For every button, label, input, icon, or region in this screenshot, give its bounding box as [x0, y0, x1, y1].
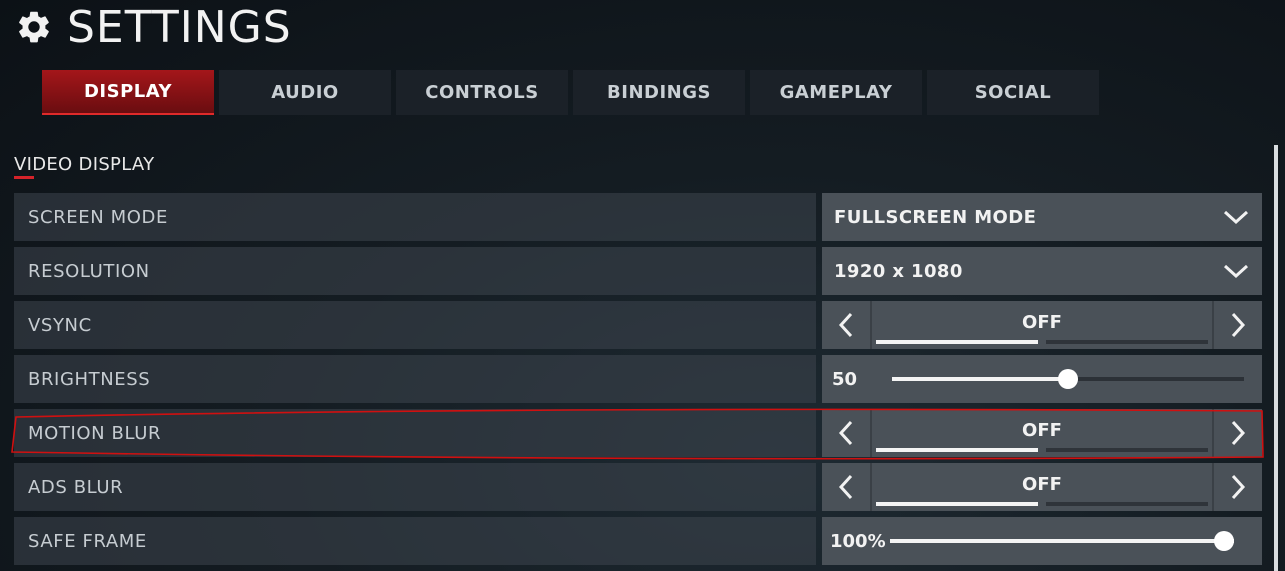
toggle-segment-inactive	[1046, 340, 1208, 344]
page-title: SETTINGS	[67, 1, 292, 53]
setting-row-brightness: BRIGHTNESS 50	[14, 355, 1262, 403]
vsync-toggle: OFF	[822, 301, 1262, 349]
setting-row-vsync: VSYNC OFF	[14, 301, 1262, 349]
tab-gameplay[interactable]: GAMEPLAY	[750, 70, 922, 115]
toggle-segment-active	[876, 502, 1038, 506]
slider-value: 100%	[830, 530, 886, 552]
setting-row-resolution: RESOLUTION 1920 x 1080	[14, 247, 1262, 295]
slider-handle[interactable]	[1213, 531, 1234, 551]
dropdown-value: FULLSCREEN MODE	[834, 206, 1037, 228]
setting-label: RESOLUTION	[14, 247, 816, 295]
chevron-right-icon[interactable]	[1214, 301, 1262, 349]
gear-icon	[19, 11, 49, 43]
setting-label: SCREEN MODE	[14, 193, 816, 241]
slider-value: 50	[832, 368, 858, 390]
slider-fill	[892, 377, 1068, 381]
slider-track[interactable]	[890, 531, 1234, 551]
setting-label: MOTION BLUR	[14, 409, 816, 457]
chevron-left-icon[interactable]	[822, 301, 870, 349]
setting-row-motion-blur: MOTION BLUR OFF	[14, 409, 1262, 457]
slider-fill	[890, 539, 1234, 543]
section-underline	[14, 176, 34, 179]
safe-frame-slider: 100%	[822, 517, 1262, 565]
toggle-value: OFF	[1022, 474, 1062, 495]
slider-handle[interactable]	[1058, 369, 1078, 389]
slider-track[interactable]	[892, 369, 1244, 389]
settings-tabs: DISPLAY AUDIO CONTROLS BINDINGS GAMEPLAY…	[42, 70, 1099, 115]
toggle-value: OFF	[1022, 312, 1062, 333]
ads-blur-toggle: OFF	[822, 463, 1262, 511]
brightness-slider: 50	[822, 355, 1262, 403]
settings-header: SETTINGS	[15, 1, 292, 53]
dropdown-value: 1920 x 1080	[834, 260, 963, 282]
setting-label: BRIGHTNESS	[14, 355, 816, 403]
toggle-segment-inactive	[1046, 502, 1208, 506]
setting-label: ADS BLUR	[14, 463, 816, 511]
chevron-down-icon[interactable]	[1222, 209, 1250, 225]
section-title: VIDEO DISPLAY	[14, 154, 155, 175]
setting-row-ads-blur: ADS BLUR OFF	[14, 463, 1262, 511]
setting-label: SAFE FRAME	[14, 517, 816, 565]
toggle-segment-active	[876, 448, 1038, 452]
tab-display[interactable]: DISPLAY	[42, 70, 214, 115]
chevron-left-icon[interactable]	[822, 409, 870, 457]
tab-bindings[interactable]: BINDINGS	[573, 70, 745, 115]
scrollbar[interactable]	[1274, 145, 1278, 571]
chevron-down-icon[interactable]	[1222, 263, 1250, 279]
toggle-value: OFF	[1022, 420, 1062, 441]
screen-mode-dropdown[interactable]: FULLSCREEN MODE	[822, 193, 1262, 241]
chevron-right-icon[interactable]	[1214, 463, 1262, 511]
tab-social[interactable]: SOCIAL	[927, 70, 1099, 115]
setting-row-safe-frame: SAFE FRAME 100%	[14, 517, 1262, 565]
tab-audio[interactable]: AUDIO	[219, 70, 391, 115]
resolution-dropdown[interactable]: 1920 x 1080	[822, 247, 1262, 295]
setting-label: VSYNC	[14, 301, 816, 349]
motion-blur-toggle: OFF	[822, 409, 1262, 457]
setting-row-screen-mode: SCREEN MODE FULLSCREEN MODE	[14, 193, 1262, 241]
chevron-left-icon[interactable]	[822, 463, 870, 511]
toggle-segment-active	[876, 340, 1038, 344]
chevron-right-icon[interactable]	[1214, 409, 1262, 457]
toggle-segment-inactive	[1046, 448, 1208, 452]
tab-controls[interactable]: CONTROLS	[396, 70, 568, 115]
